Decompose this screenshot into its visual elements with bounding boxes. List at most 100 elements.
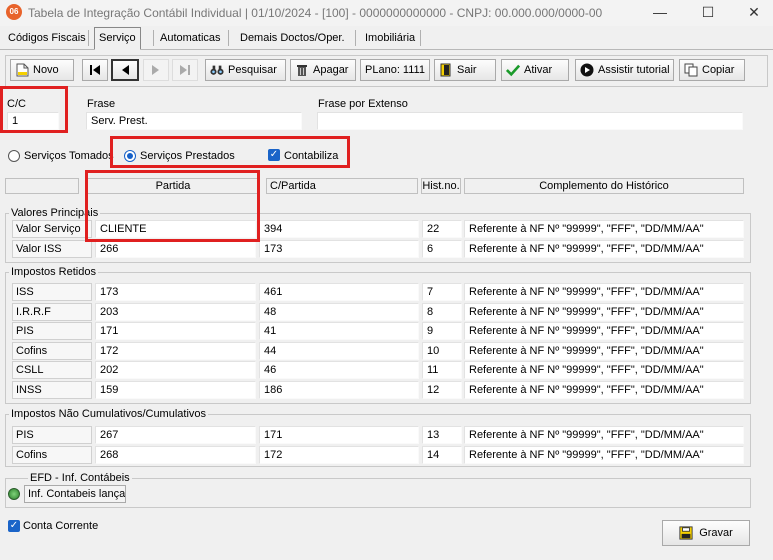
apagar-button[interactable]: Apagar bbox=[290, 59, 356, 81]
exit-door-icon bbox=[439, 63, 453, 77]
row-label: ISS bbox=[12, 283, 92, 301]
checkmark-icon bbox=[506, 63, 520, 77]
tab-demais-doctos[interactable]: Demais Doctos/Oper. bbox=[236, 28, 349, 48]
partida-input[interactable]: 268 bbox=[95, 446, 256, 464]
cpartida-input[interactable]: 461 bbox=[259, 283, 419, 301]
complemento-input[interactable]: Referente à NF Nº "99999", "FFF", "DD/MM… bbox=[464, 381, 744, 399]
conta-corrente-label[interactable]: Conta Corrente bbox=[23, 520, 98, 532]
highlight-options bbox=[110, 136, 350, 168]
complemento-input[interactable]: Referente à NF Nº "99999", "FFF", "DD/MM… bbox=[464, 426, 744, 444]
servicos-tomados-label[interactable]: Serviços Tomados bbox=[24, 150, 114, 162]
conta-corrente-checkbox[interactable]: ✓ bbox=[8, 520, 20, 532]
partida-input[interactable]: 267 bbox=[95, 426, 256, 444]
maximize-icon[interactable]: ☐ bbox=[698, 3, 718, 21]
cpartida-input[interactable]: 186 bbox=[259, 381, 419, 399]
next-record-button[interactable] bbox=[143, 59, 169, 81]
window-title: Tabela de Integração Contábil Individual… bbox=[28, 6, 603, 20]
cpartida-input[interactable]: 171 bbox=[259, 426, 419, 444]
frase-extenso-input[interactable] bbox=[317, 112, 743, 130]
hist-input[interactable]: 9 bbox=[422, 322, 462, 340]
tab-codigos-fiscais[interactable]: Códigos Fiscais bbox=[4, 28, 90, 48]
last-record-icon bbox=[178, 63, 192, 77]
partida-input[interactable]: 266 bbox=[95, 240, 256, 258]
servicos-tomados-radio[interactable] bbox=[8, 150, 20, 162]
tab-servico[interactable]: Serviço bbox=[94, 27, 141, 50]
cpartida-input[interactable]: 48 bbox=[259, 303, 419, 321]
hist-input[interactable]: 6 bbox=[422, 240, 462, 258]
play-icon bbox=[580, 63, 594, 77]
plano-button[interactable]: PLano: 1111 bbox=[360, 59, 430, 81]
frase-input[interactable]: Serv. Prest. bbox=[86, 112, 302, 130]
previous-icon bbox=[118, 63, 132, 77]
cpartida-input[interactable]: 44 bbox=[259, 342, 419, 360]
hist-input[interactable]: 10 bbox=[422, 342, 462, 360]
highlight-partida bbox=[85, 170, 260, 242]
gravar-button[interactable]: Gravar bbox=[662, 520, 750, 546]
partida-input[interactable]: 159 bbox=[95, 381, 256, 399]
complemento-input[interactable]: Referente à NF Nº "99999", "FFF", "DD/MM… bbox=[464, 303, 744, 321]
cpartida-input[interactable]: 173 bbox=[259, 240, 419, 258]
group-title: EFD - Inf. Contábeis bbox=[28, 472, 132, 484]
frase-label: Frase bbox=[87, 98, 116, 110]
tab-separator bbox=[355, 30, 356, 46]
assistir-tutorial-button[interactable]: Assistir tutorial bbox=[575, 59, 674, 81]
partida-input[interactable]: 172 bbox=[95, 342, 256, 360]
complemento-input[interactable]: Referente à NF Nº "99999", "FFF", "DD/MM… bbox=[464, 446, 744, 464]
partida-input[interactable]: 203 bbox=[95, 303, 256, 321]
hist-input[interactable]: 13 bbox=[422, 426, 462, 444]
next-icon bbox=[149, 63, 163, 77]
hist-input[interactable]: 7 bbox=[422, 283, 462, 301]
cpartida-input[interactable]: 41 bbox=[259, 322, 419, 340]
novo-button[interactable]: Novo bbox=[10, 59, 74, 81]
partida-input[interactable]: 173 bbox=[95, 283, 256, 301]
complemento-input[interactable]: Referente à NF Nº "99999", "FFF", "DD/MM… bbox=[464, 240, 744, 258]
copiar-button[interactable]: Copiar bbox=[679, 59, 745, 81]
tab-automaticas[interactable]: Automaticas bbox=[156, 28, 225, 48]
complemento-input[interactable]: Referente à NF Nº "99999", "FFF", "DD/MM… bbox=[464, 342, 744, 360]
hist-input[interactable]: 22 bbox=[422, 220, 462, 238]
complemento-input[interactable]: Referente à NF Nº "99999", "FFF", "DD/MM… bbox=[464, 322, 744, 340]
hist-input[interactable]: 11 bbox=[422, 361, 462, 379]
tab-separator bbox=[88, 30, 89, 46]
hist-input[interactable]: 14 bbox=[422, 446, 462, 464]
frase-extenso-label: Frase por Extenso bbox=[318, 98, 408, 110]
first-record-button[interactable] bbox=[82, 59, 108, 81]
row-label: CSLL bbox=[12, 361, 92, 379]
ativar-button[interactable]: Ativar bbox=[501, 59, 569, 81]
tab-imobiliaria[interactable]: Imobiliária bbox=[361, 28, 419, 48]
group-title: Impostos Não Cumulativos/Cumulativos bbox=[9, 408, 209, 420]
partida-input[interactable]: 171 bbox=[95, 322, 256, 340]
pesquisar-button[interactable]: Pesquisar bbox=[205, 59, 286, 81]
row-label: PIS bbox=[12, 426, 92, 444]
cpartida-input[interactable]: 172 bbox=[259, 446, 419, 464]
inf-contabeis-button[interactable]: Inf. Contabeis lançamentos bbox=[24, 485, 126, 503]
previous-record-button[interactable] bbox=[111, 59, 139, 81]
cpartida-input[interactable]: 46 bbox=[259, 361, 419, 379]
column-header-complemento: Complemento do Histórico bbox=[464, 178, 744, 194]
complemento-input[interactable]: Referente à NF Nº "99999", "FFF", "DD/MM… bbox=[464, 220, 744, 238]
tab-separator bbox=[228, 30, 229, 46]
row-label: I.R.R.F bbox=[12, 303, 92, 321]
binoculars-icon bbox=[210, 63, 224, 77]
first-record-icon bbox=[88, 63, 102, 77]
save-icon bbox=[679, 526, 693, 540]
hist-input[interactable]: 12 bbox=[422, 381, 462, 399]
column-header-hist: Hist.no. bbox=[421, 178, 461, 194]
close-icon[interactable]: ✕ bbox=[744, 3, 764, 21]
group-title: Impostos Retidos bbox=[9, 266, 98, 278]
highlight-cc bbox=[0, 86, 68, 133]
column-header-cpartida: C/Partida bbox=[266, 178, 418, 194]
row-label: INSS bbox=[12, 381, 92, 399]
partida-input[interactable]: 202 bbox=[95, 361, 256, 379]
row-label: Valor ISS bbox=[12, 240, 92, 258]
minimize-icon[interactable]: — bbox=[650, 3, 670, 21]
complemento-input[interactable]: Referente à NF Nº "99999", "FFF", "DD/MM… bbox=[464, 283, 744, 301]
sair-button[interactable]: Sair bbox=[434, 59, 496, 81]
complemento-input[interactable]: Referente à NF Nº "99999", "FFF", "DD/MM… bbox=[464, 361, 744, 379]
cpartida-input[interactable]: 394 bbox=[259, 220, 419, 238]
row-label: Cofins bbox=[12, 342, 92, 360]
hist-input[interactable]: 8 bbox=[422, 303, 462, 321]
column-header-blank bbox=[5, 178, 79, 194]
app-icon: 06 bbox=[6, 4, 22, 20]
last-record-button[interactable] bbox=[172, 59, 198, 81]
